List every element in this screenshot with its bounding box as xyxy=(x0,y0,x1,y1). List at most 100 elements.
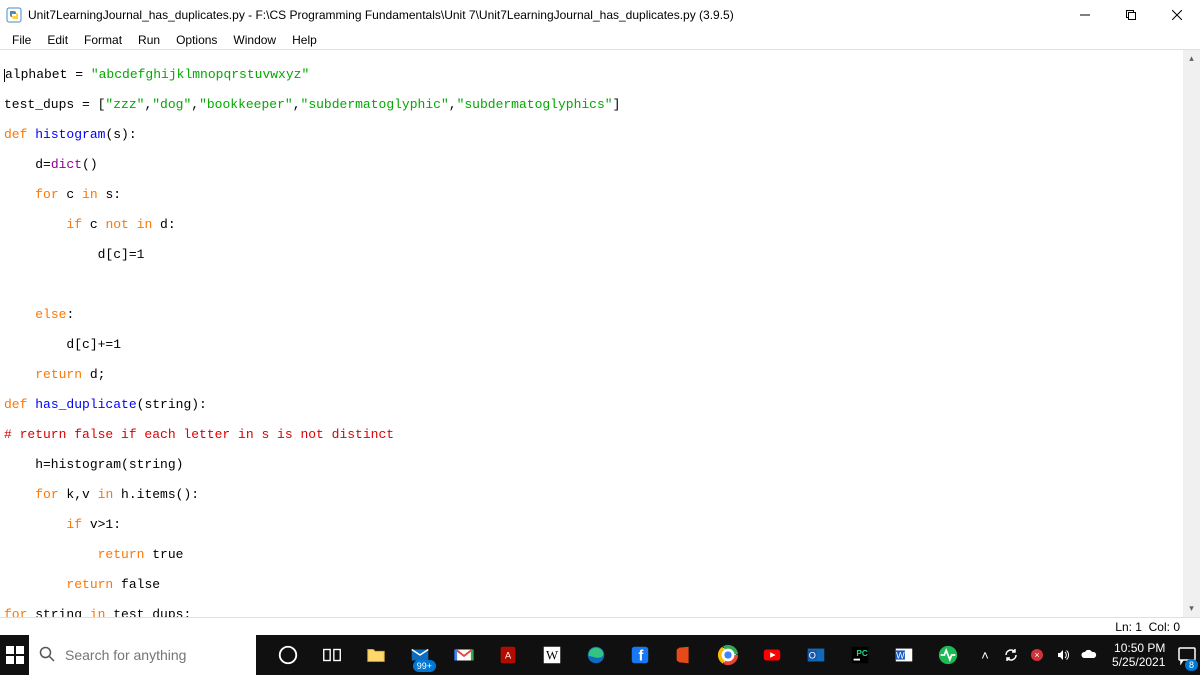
code-text: () xyxy=(82,157,98,172)
svg-text:O: O xyxy=(809,651,816,661)
code-text: has_duplicate xyxy=(35,397,136,412)
tray-chevron-icon[interactable]: ˄ xyxy=(976,646,994,664)
wikipedia-icon[interactable]: W xyxy=(530,635,574,675)
svg-text:W: W xyxy=(546,649,559,663)
code-text: in xyxy=(82,187,98,202)
facebook-icon[interactable]: f xyxy=(618,635,662,675)
code-text: for xyxy=(35,187,58,202)
code-text xyxy=(4,217,66,232)
code-text: h=histogram(string) xyxy=(4,457,183,472)
svg-text:W: W xyxy=(896,651,905,661)
code-text: alphabet = xyxy=(5,67,91,82)
word-icon[interactable]: W xyxy=(882,635,926,675)
code-text: "abcdefghijklmnopqrstuvwxyz" xyxy=(91,67,309,82)
acrobat-icon[interactable]: A xyxy=(486,635,530,675)
youtube-icon[interactable] xyxy=(750,635,794,675)
code-text: if xyxy=(66,517,82,532)
edge-icon[interactable] xyxy=(574,635,618,675)
code-text xyxy=(4,517,66,532)
code-text: (s): xyxy=(105,127,136,142)
tray-sync-icon[interactable] xyxy=(1002,646,1020,664)
pycharm-icon[interactable]: PC xyxy=(838,635,882,675)
start-button[interactable] xyxy=(0,635,29,675)
minimize-button[interactable] xyxy=(1062,0,1108,30)
code-text: test_dups = [ xyxy=(4,97,105,112)
code-text xyxy=(4,547,98,562)
task-view-icon[interactable] xyxy=(310,635,354,675)
menu-options[interactable]: Options xyxy=(168,32,225,48)
titlebar: Unit7LearningJournal_has_duplicates.py -… xyxy=(0,0,1200,30)
vertical-scrollbar[interactable]: ▴ ▾ xyxy=(1183,50,1200,617)
tray-volume-icon[interactable] xyxy=(1054,646,1072,664)
svg-text:PC: PC xyxy=(856,649,868,658)
code-text: d[c]+=1 xyxy=(4,337,121,352)
window-title: Unit7LearningJournal_has_duplicates.py -… xyxy=(28,8,1062,22)
outlook-icon[interactable]: O xyxy=(794,635,838,675)
close-button[interactable] xyxy=(1154,0,1200,30)
statusbar: Ln: 1 Col: 0 xyxy=(0,617,1200,635)
svg-text:A: A xyxy=(505,651,512,661)
code-text: , xyxy=(191,97,199,112)
code-text xyxy=(4,577,66,592)
code-text: d; xyxy=(82,367,105,382)
code-text: , xyxy=(293,97,301,112)
code-text: if xyxy=(66,217,82,232)
code-text: k,v xyxy=(59,487,98,502)
clock-date: 5/25/2021 xyxy=(1112,655,1165,669)
code-text: test_dups: xyxy=(105,607,191,617)
scroll-down-button[interactable]: ▾ xyxy=(1183,600,1200,617)
gmail-icon[interactable] xyxy=(442,635,486,675)
clock-time: 10:50 PM xyxy=(1112,641,1165,655)
svg-text:×: × xyxy=(1034,650,1039,660)
menu-help[interactable]: Help xyxy=(284,32,325,48)
code-text: not in xyxy=(105,217,152,232)
taskbar-search[interactable] xyxy=(29,635,256,675)
code-text: "subdermatoglyphics" xyxy=(457,97,613,112)
taskbar: 99+ A W f O PC W ˄ × 10:50 PM 5/25/2021 … xyxy=(0,635,1200,675)
idle-app-icon xyxy=(6,7,22,23)
scroll-up-button[interactable]: ▴ xyxy=(1183,50,1200,67)
menu-run[interactable]: Run xyxy=(130,32,168,48)
menu-format[interactable]: Format xyxy=(76,32,130,48)
code-text: v>1: xyxy=(82,517,121,532)
search-input[interactable] xyxy=(65,647,246,663)
code-text: c xyxy=(82,217,105,232)
office-icon[interactable] xyxy=(662,635,706,675)
file-explorer-icon[interactable] xyxy=(354,635,398,675)
activity-icon[interactable] xyxy=(926,635,970,675)
menu-window[interactable]: Window xyxy=(225,32,284,48)
svg-text:f: f xyxy=(638,649,643,665)
menu-edit[interactable]: Edit xyxy=(39,32,76,48)
code-text: false xyxy=(113,577,160,592)
code-text: histogram xyxy=(35,127,105,142)
maximize-button[interactable] xyxy=(1108,0,1154,30)
code-text: (string): xyxy=(137,397,207,412)
code-editor[interactable]: alphabet = "abcdefghijklmnopqrstuvwxyz" … xyxy=(0,50,1200,617)
search-icon xyxy=(39,646,55,665)
tray-onedrive-icon[interactable] xyxy=(1080,646,1098,664)
code-text: : xyxy=(66,307,74,322)
status-col: Col: 0 xyxy=(1149,620,1180,634)
status-line: Ln: 1 xyxy=(1115,620,1142,634)
code-text: ] xyxy=(613,97,621,112)
code-text: return xyxy=(66,577,113,592)
code-text: def xyxy=(4,127,27,142)
system-tray[interactable]: ˄ × xyxy=(970,646,1104,664)
code-text: dict xyxy=(51,157,82,172)
code-text xyxy=(4,307,35,322)
code-text: # return false if each letter in s is no… xyxy=(4,427,394,442)
code-text: "zzz" xyxy=(105,97,144,112)
notifications-button[interactable]: 8 xyxy=(1173,635,1200,675)
tray-security-icon[interactable]: × xyxy=(1028,646,1046,664)
code-text xyxy=(4,487,35,502)
code-text: def xyxy=(4,397,27,412)
notifications-badge: 8 xyxy=(1185,659,1198,671)
code-text: return xyxy=(35,367,82,382)
cortana-icon[interactable] xyxy=(266,635,310,675)
taskbar-clock[interactable]: 10:50 PM 5/25/2021 xyxy=(1104,641,1173,669)
code-text: s: xyxy=(98,187,121,202)
chrome-icon[interactable] xyxy=(706,635,750,675)
menu-file[interactable]: File xyxy=(4,32,39,48)
code-text xyxy=(4,187,35,202)
mail-icon[interactable]: 99+ xyxy=(398,635,442,675)
